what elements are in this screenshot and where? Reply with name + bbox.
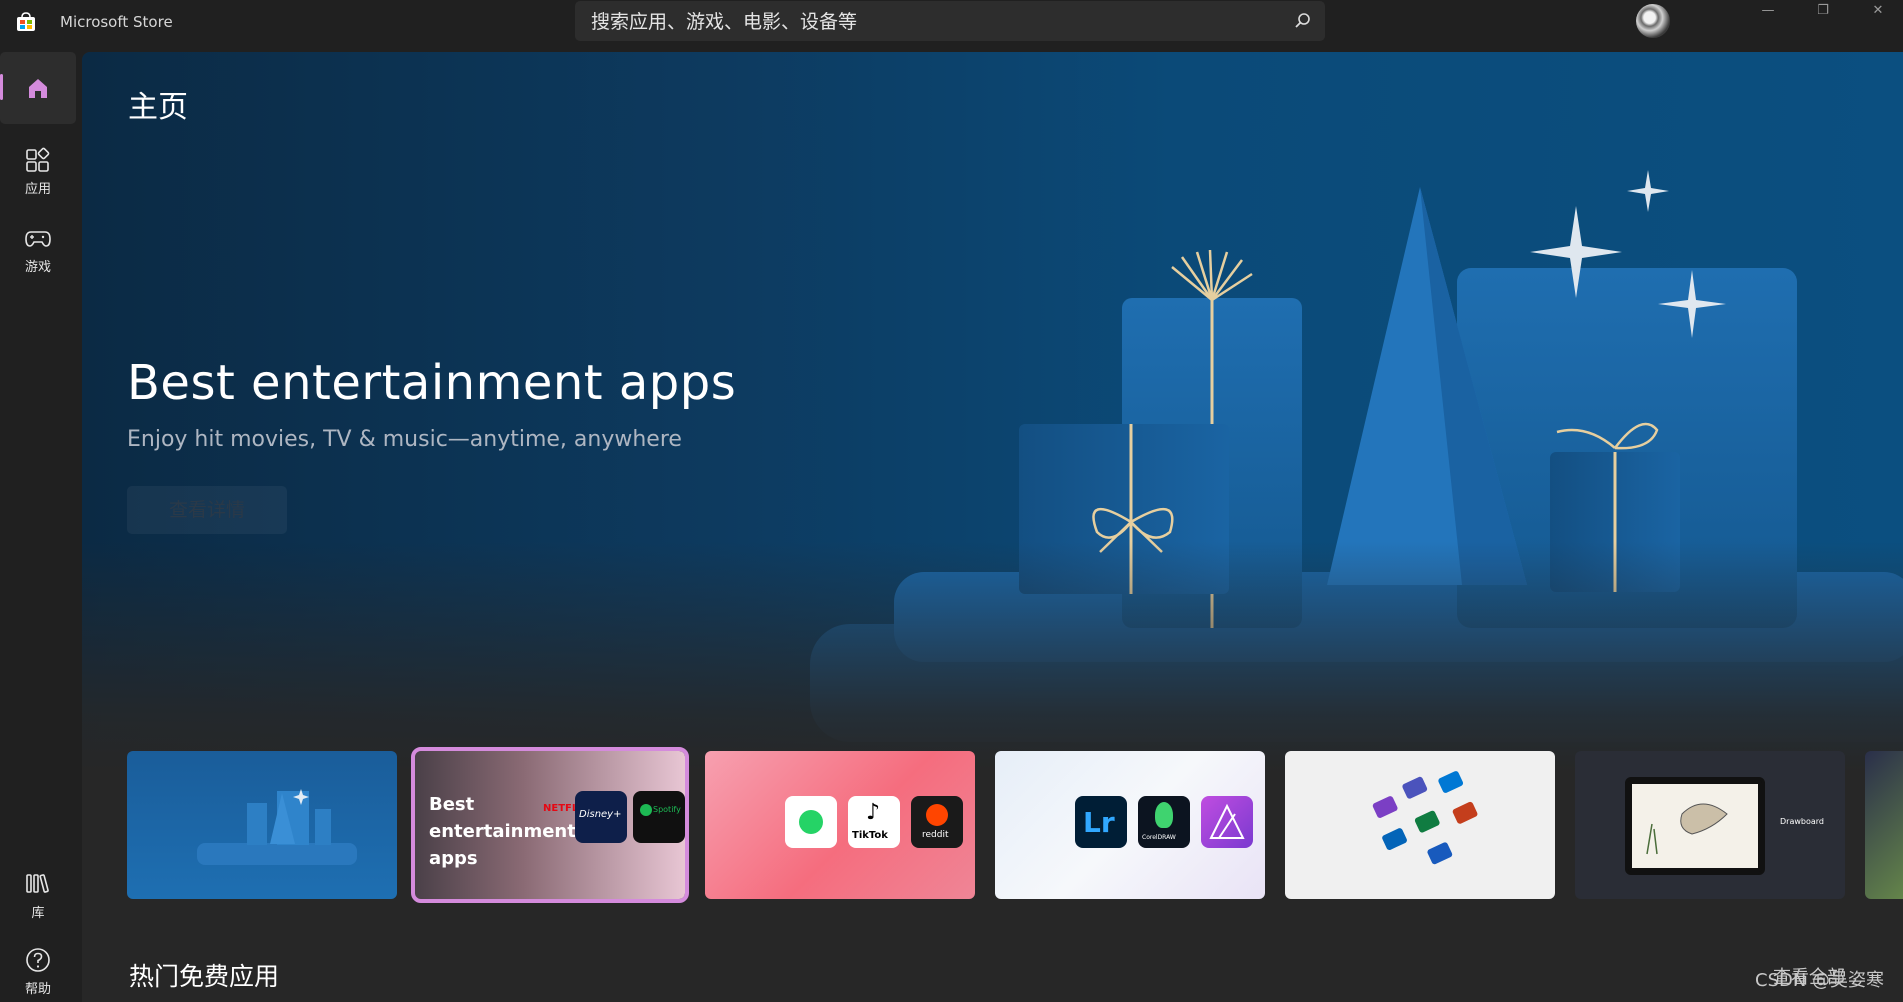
app-title: Microsoft Store <box>60 13 173 31</box>
title-bar: Microsoft Store — ❐ ✕ <box>0 0 1903 52</box>
card-creative-apps[interactable]: Lr CorelDRAW <box>995 751 1265 899</box>
sidebar-item-label: 库 <box>31 906 45 921</box>
balloon-icon <box>1155 802 1173 828</box>
side-navigation: 应用 游戏 库 帮助 <box>0 52 82 1002</box>
view-details-button[interactable]: 查看详情 <box>127 486 287 534</box>
hero-title: Best entertainment apps <box>127 355 737 411</box>
office-icons-image <box>1372 771 1478 865</box>
sketch-canvas <box>1632 784 1758 868</box>
minimize-button[interactable]: — <box>1745 0 1791 24</box>
spotify-tile: Spotify <box>633 791 685 843</box>
page-title: 主页 <box>128 90 188 125</box>
store-logo-icon <box>17 12 35 31</box>
affinity-tile <box>1201 796 1253 848</box>
card-drawboard[interactable]: Drawboard <box>1575 751 1845 899</box>
tablet-image <box>1625 777 1765 875</box>
reddit-icon <box>926 804 948 826</box>
section-title: 热门免费应用 <box>129 962 280 991</box>
tiktok-icon: ♪ <box>866 800 881 825</box>
gamepad-icon <box>25 231 51 247</box>
main-content: 主页 Best entertainment apps Enjoy hit mov… <box>82 52 1903 1002</box>
spotify-icon <box>640 804 652 816</box>
card-game-art[interactable] <box>1865 751 1903 899</box>
card-best-entertainment-apps[interactable]: Best entertainment apps NETFLIX Disney+ … <box>411 747 689 903</box>
hero-fade-overlay <box>82 52 1903 772</box>
hero-subtitle: Enjoy hit movies, TV & music—anytime, an… <box>127 427 682 452</box>
sidebar-item-apps[interactable]: 应用 <box>0 132 76 202</box>
tile-label: TikTok <box>852 830 888 841</box>
active-indicator <box>0 74 3 100</box>
tile-label: reddit <box>922 830 949 840</box>
sidebar-item-games[interactable]: 游戏 <box>0 210 76 280</box>
sidebar-item-label: 游戏 <box>24 260 51 275</box>
sidebar-item-label: 应用 <box>24 182 51 197</box>
sidebar-item-home[interactable] <box>0 52 76 124</box>
reddit-tile: reddit <box>911 796 963 848</box>
card-label: Drawboard <box>1780 817 1824 826</box>
user-avatar[interactable] <box>1636 4 1670 38</box>
coreldraw-tile: CorelDRAW <box>1138 796 1190 848</box>
gifts-thumbnail-image <box>197 789 357 865</box>
search-icon[interactable] <box>1293 11 1313 31</box>
tile-label: Spotify <box>653 805 681 814</box>
search-box[interactable] <box>575 1 1325 43</box>
watermark: CSDN @吴姿寒 <box>1755 970 1885 991</box>
card-social-apps[interactable]: ♪ TikTok reddit <box>705 751 975 899</box>
tile-label: Lr <box>1083 806 1115 839</box>
affinity-icon <box>1209 803 1245 839</box>
sidebar-item-help[interactable]: 帮助 <box>0 932 76 1002</box>
tiktok-tile: ♪ TikTok <box>848 796 900 848</box>
home-icon <box>29 79 47 98</box>
apps-icon <box>26 147 50 172</box>
tile-label: Disney+ <box>579 809 622 820</box>
sidebar-item-label: 帮助 <box>24 982 51 997</box>
sidebar-item-library[interactable]: 库 <box>0 856 76 926</box>
bird-sketch-icon <box>1646 803 1728 855</box>
disney-plus-tile: Disney+ <box>575 791 627 843</box>
library-icon <box>26 874 49 893</box>
close-button[interactable]: ✕ <box>1855 0 1901 24</box>
maximize-button[interactable]: ❐ <box>1800 0 1846 24</box>
search-input[interactable] <box>589 1 1273 43</box>
whatsapp-tile <box>785 796 837 848</box>
tile-label: CorelDRAW <box>1142 834 1176 841</box>
help-icon <box>26 948 50 972</box>
card-gifts[interactable] <box>127 751 397 899</box>
whatsapp-icon <box>799 810 823 834</box>
card-office-apps[interactable] <box>1285 751 1555 899</box>
lightroom-tile: Lr <box>1075 796 1127 848</box>
